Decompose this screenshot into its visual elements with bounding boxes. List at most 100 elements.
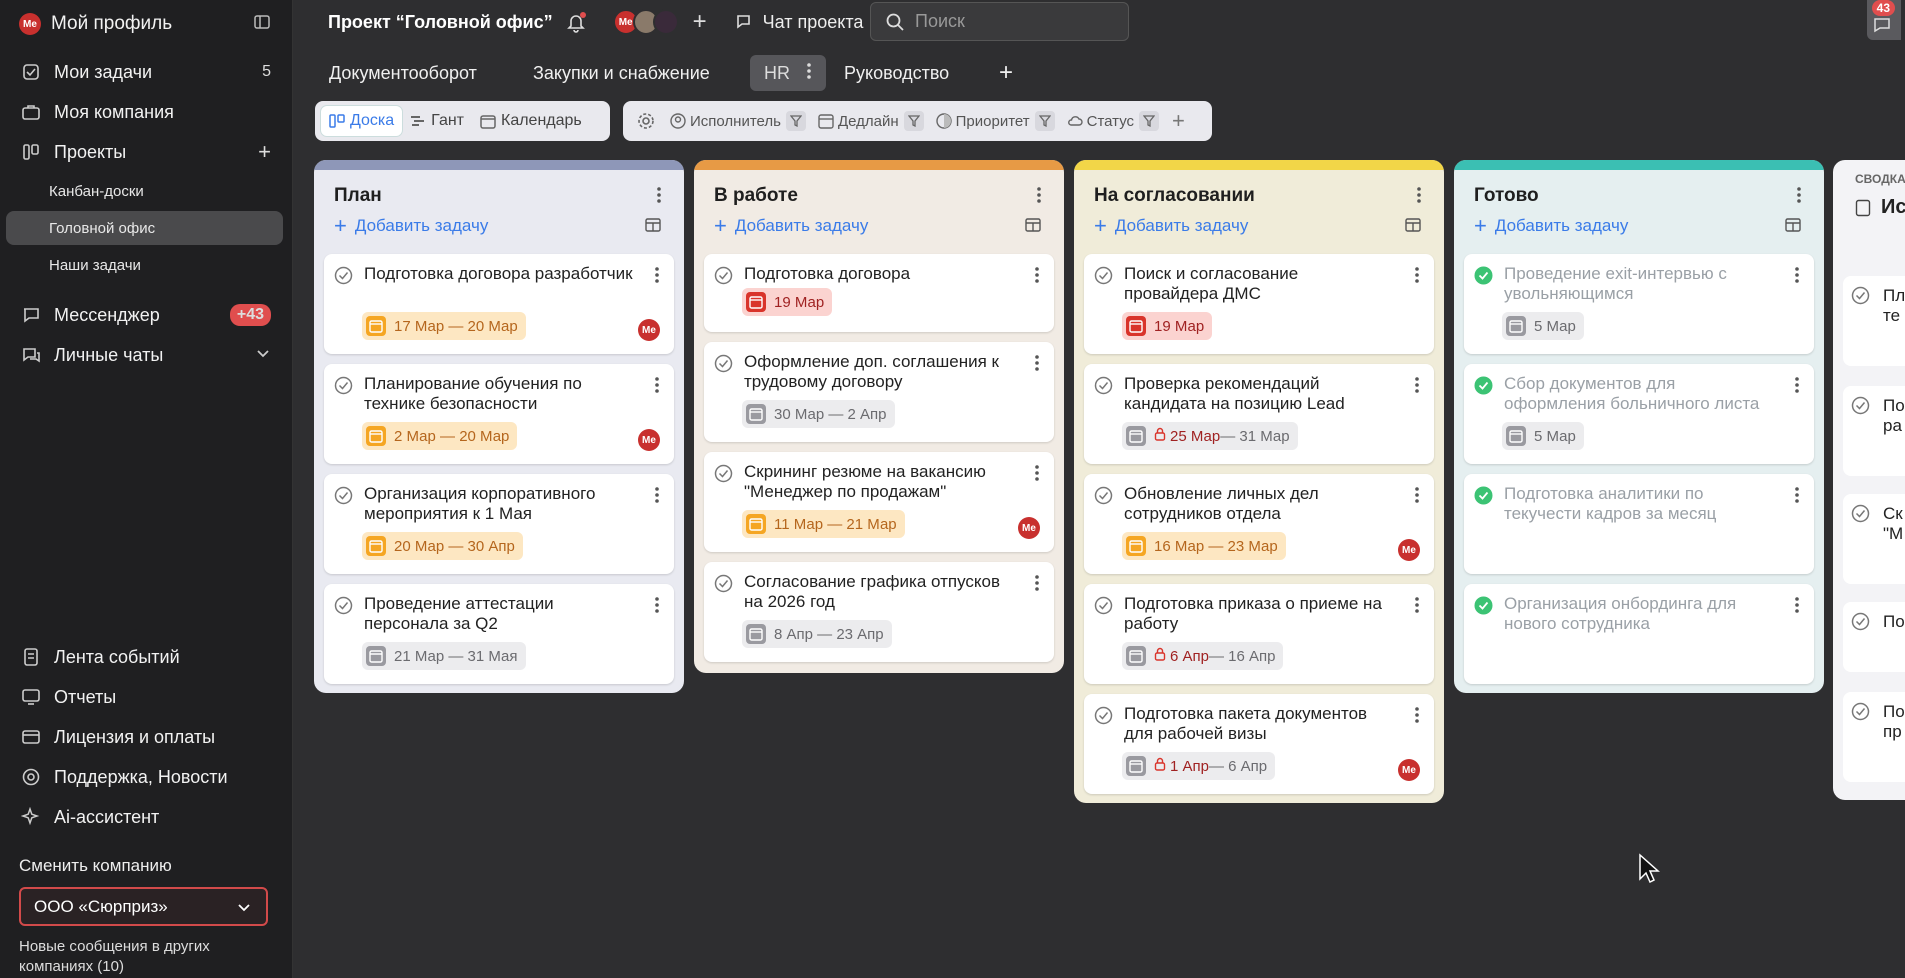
project-chat-button[interactable]: Чат проекта	[735, 12, 863, 33]
task-menu-icon[interactable]	[654, 596, 660, 619]
task-date[interactable]: 1 Апр — 6 Апр	[1122, 752, 1276, 780]
check-circle-icon[interactable]	[714, 354, 733, 373]
task-card[interactable]: Оформление доп. соглашения к трудовому д…	[704, 342, 1054, 442]
check-circle-icon[interactable]	[1094, 596, 1113, 615]
tab-docflow[interactable]: Документооборот	[329, 55, 477, 91]
sidebar-item-support[interactable]: Поддержка, Новости	[0, 763, 293, 791]
sidebar-item-license[interactable]: Лицензия и оплаты	[0, 723, 293, 751]
check-done-icon[interactable]	[1474, 486, 1493, 505]
task-card[interactable]: Проведение аттестации персонала за Q2 21…	[324, 584, 674, 684]
task-date[interactable]: 2 Мар — 20 Мар	[362, 422, 518, 450]
task-date[interactable]: 21 Мар — 31 Мая	[362, 642, 526, 670]
task-menu-icon[interactable]	[1414, 596, 1420, 619]
filter-priority[interactable]: Приоритет	[931, 106, 1060, 136]
check-done-icon[interactable]	[1474, 266, 1493, 285]
task-card[interactable]: Проведение exit-интервью с увольняющимся…	[1464, 254, 1814, 354]
members-avatars[interactable]: Me	[612, 9, 679, 35]
sidebar-sub-head-office[interactable]: Головной офис	[6, 211, 283, 245]
task-date[interactable]: 25 Мар — 31 Мар	[1122, 422, 1298, 450]
collapse-sidebar-icon[interactable]	[253, 13, 271, 36]
column-menu-icon[interactable]	[1416, 186, 1422, 209]
task-menu-icon[interactable]	[1794, 376, 1800, 399]
task-card[interactable]: Подготовка аналитики по текучести кадров…	[1464, 474, 1814, 574]
task-menu-icon[interactable]	[1414, 376, 1420, 399]
task-card[interactable]: Согласование графика отпусков на 2026 го…	[704, 562, 1054, 662]
task-card[interactable]: Подготовка договора 19 Мар	[704, 254, 1054, 332]
sidebar-item-events[interactable]: Лента событий	[0, 643, 293, 671]
task-menu-icon[interactable]	[654, 486, 660, 509]
check-circle-icon[interactable]	[1094, 376, 1113, 395]
task-date[interactable]: 5 Мар	[1502, 422, 1584, 450]
task-date[interactable]: 19 Мар	[1122, 312, 1213, 340]
check-circle-icon[interactable]	[334, 266, 353, 285]
check-done-icon[interactable]	[1474, 376, 1493, 395]
new-messages-note[interactable]: Новые сообщения в других компаниях (10)	[19, 937, 239, 977]
task-date[interactable]: 30 Мар — 2 Апр	[742, 400, 895, 428]
sidebar-sub-our-tasks[interactable]: Наши задачи	[6, 248, 283, 282]
sidebar-item-projects[interactable]: Проекты +	[0, 138, 293, 166]
task-menu-icon[interactable]	[1794, 486, 1800, 509]
funnel-icon[interactable]	[1139, 111, 1160, 131]
notifications-button[interactable]: 43	[1867, 0, 1901, 40]
sidebar-item-personal-chats[interactable]: Личные чаты	[0, 341, 293, 369]
check-circle-icon[interactable]	[334, 596, 353, 615]
column-layout-icon[interactable]	[644, 216, 662, 239]
check-circle-icon[interactable]	[714, 464, 733, 483]
column-menu-icon[interactable]	[1036, 186, 1042, 209]
assignee-avatar[interactable]: Me	[638, 319, 660, 341]
filter-deadline[interactable]: Дедлайн	[813, 106, 929, 136]
task-menu-icon[interactable]	[1034, 574, 1040, 597]
funnel-icon[interactable]	[903, 111, 924, 131]
task-menu-icon[interactable]	[1414, 486, 1420, 509]
add-project-icon[interactable]: +	[258, 139, 271, 165]
column-layout-icon[interactable]	[1404, 216, 1422, 239]
check-circle-icon[interactable]	[1851, 396, 1870, 420]
task-menu-icon[interactable]	[1414, 266, 1420, 289]
funnel-icon[interactable]	[1034, 111, 1055, 131]
assignee-avatar[interactable]: Me	[1398, 539, 1420, 561]
summary-card[interactable]: По ра	[1843, 386, 1905, 476]
profile-row[interactable]: Me Мой профиль	[0, 10, 293, 38]
task-date[interactable]: 17 Мар — 20 Мар	[362, 312, 526, 340]
check-circle-icon[interactable]	[714, 266, 733, 285]
task-date[interactable]: 11 Мар — 21 Мар	[742, 510, 905, 538]
view-gantt-button[interactable]: Гант	[402, 106, 472, 136]
task-date[interactable]: 8 Апр — 23 Апр	[742, 620, 892, 648]
search-input[interactable]: Поиск	[870, 2, 1129, 41]
task-date[interactable]: 6 Апр — 16 Апр	[1122, 642, 1284, 670]
task-date[interactable]: 19 Мар	[742, 288, 833, 316]
assignee-avatar[interactable]: Me	[638, 429, 660, 451]
summary-card[interactable]: Пл те	[1843, 276, 1905, 366]
assignee-avatar[interactable]: Me	[1018, 517, 1040, 539]
task-card[interactable]: Проверка рекомендаций кандидата на позиц…	[1084, 364, 1434, 464]
sidebar-sub-kanban[interactable]: Канбан-доски	[6, 174, 283, 208]
add-tab-icon[interactable]: +	[999, 55, 1013, 91]
add-filter-icon[interactable]: +	[1166, 106, 1191, 136]
column-layout-icon[interactable]	[1784, 216, 1802, 239]
task-card[interactable]: Организация корпоративного мероприятия к…	[324, 474, 674, 574]
check-circle-icon[interactable]	[1094, 486, 1113, 505]
settings-gear-icon[interactable]	[629, 106, 663, 136]
task-card[interactable]: Организация онбординга для нового сотруд…	[1464, 584, 1814, 684]
tab-management[interactable]: Руководство	[844, 55, 949, 91]
summary-card[interactable]: По	[1843, 602, 1905, 672]
check-circle-icon[interactable]	[1851, 702, 1870, 726]
add-task-button[interactable]: + Добавить задачу	[714, 215, 868, 237]
chevron-down-icon[interactable]	[255, 345, 271, 366]
column-layout-icon[interactable]	[1024, 216, 1042, 239]
company-select[interactable]: ООО «Сюрприз»	[19, 887, 268, 926]
sidebar-item-messenger[interactable]: Мессенджер +43	[0, 301, 293, 329]
filter-assignee[interactable]: Исполнитель	[665, 106, 811, 136]
sidebar-item-ai[interactable]: Ai-ассистент	[0, 803, 293, 831]
summary-card[interactable]: Ск "М	[1843, 494, 1905, 584]
check-circle-icon[interactable]	[1851, 612, 1870, 636]
task-card[interactable]: Скрининг резюме на вакансию "Менеджер по…	[704, 452, 1054, 552]
check-circle-icon[interactable]	[1851, 286, 1870, 310]
task-card[interactable]: Подготовка договора разработчик 17 Мар —…	[324, 254, 674, 354]
sidebar-item-reports[interactable]: Отчеты	[0, 683, 293, 711]
add-member-icon[interactable]: +	[693, 8, 707, 36]
check-circle-icon[interactable]	[334, 376, 353, 395]
task-menu-icon[interactable]	[1034, 266, 1040, 289]
task-date[interactable]: 16 Мар — 23 Мар	[1122, 532, 1286, 560]
task-card[interactable]: Поиск и согласование провайдера ДМС 19 М…	[1084, 254, 1434, 354]
